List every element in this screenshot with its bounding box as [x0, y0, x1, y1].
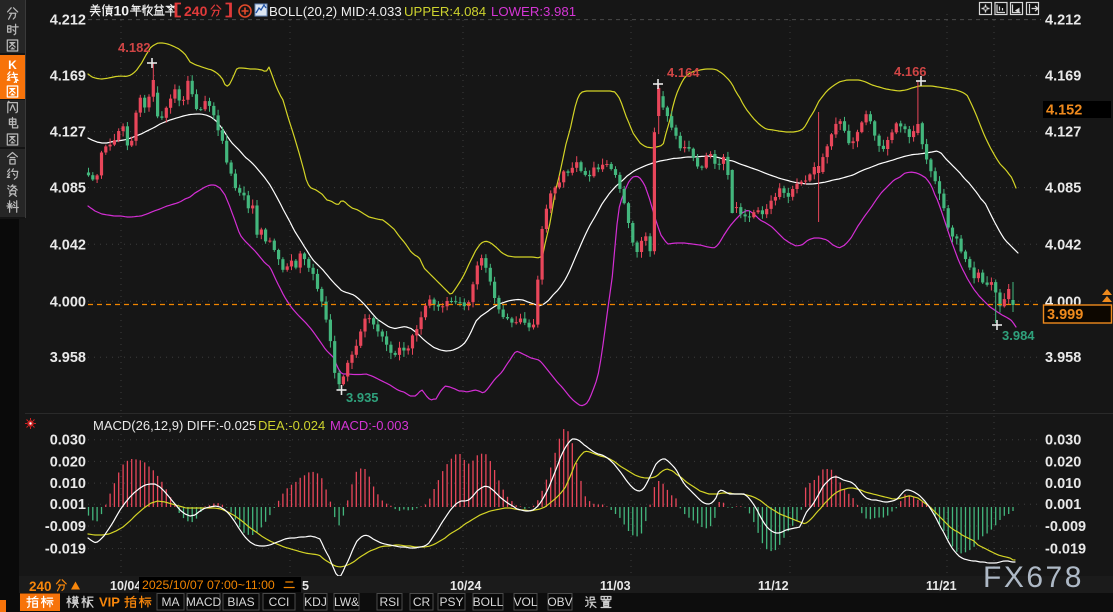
svg-text:0.010: 0.010: [50, 476, 86, 492]
svg-text:3.984: 3.984: [1002, 328, 1035, 343]
svg-text:11/21: 11/21: [926, 579, 957, 593]
svg-text:4.182: 4.182: [118, 40, 151, 55]
svg-text:PSY: PSY: [439, 595, 463, 609]
svg-text:240: 240: [29, 579, 52, 594]
svg-text:DEA:-0.024: DEA:-0.024: [258, 418, 325, 433]
svg-text:5: 5: [302, 579, 309, 593]
svg-text:0.030: 0.030: [50, 433, 86, 449]
svg-text:4.164: 4.164: [667, 65, 700, 80]
svg-text:VOL: VOL: [513, 595, 537, 609]
svg-text:MA: MA: [162, 595, 180, 609]
svg-text:11/12: 11/12: [758, 579, 789, 593]
svg-text:4.152: 4.152: [1046, 103, 1082, 119]
svg-text:BOLL: BOLL: [473, 595, 504, 609]
svg-text:-0.009: -0.009: [1045, 519, 1086, 535]
svg-text:4.212: 4.212: [1045, 13, 1081, 29]
svg-text:4.127: 4.127: [1045, 125, 1081, 141]
svg-text:FX678: FX678: [983, 561, 1084, 594]
svg-text:LOWER:3.981: LOWER:3.981: [491, 4, 576, 19]
svg-text:3.935: 3.935: [346, 390, 379, 405]
svg-text:0.030: 0.030: [1045, 433, 1081, 449]
svg-text:K: K: [8, 58, 17, 72]
svg-text:-0.019: -0.019: [1045, 542, 1086, 558]
svg-text:3.958: 3.958: [1045, 350, 1081, 366]
svg-text:-0.019: -0.019: [45, 542, 86, 558]
svg-text:240: 240: [184, 3, 208, 19]
svg-text:4.085: 4.085: [50, 181, 86, 197]
svg-text:UPPER:4.084: UPPER:4.084: [404, 4, 486, 19]
svg-text:MACD:-0.003: MACD:-0.003: [330, 418, 409, 433]
svg-text:KDJ: KDJ: [304, 595, 327, 609]
svg-text:RSI: RSI: [379, 595, 399, 609]
svg-text:0.001: 0.001: [1045, 497, 1081, 513]
svg-text:0.001: 0.001: [50, 497, 86, 513]
svg-text:4.166: 4.166: [894, 64, 927, 79]
svg-text:2025/10/07 07:00~11:00: 2025/10/07 07:00~11:00: [142, 578, 275, 592]
svg-text:4.085: 4.085: [1045, 181, 1081, 197]
svg-text:-0.009: -0.009: [45, 519, 86, 535]
svg-text:0.010: 0.010: [1045, 476, 1081, 492]
svg-text:BIAS: BIAS: [227, 595, 254, 609]
svg-text:BOLL(20,2) MID:4.033: BOLL(20,2) MID:4.033: [269, 4, 402, 19]
svg-text:4.169: 4.169: [50, 69, 86, 85]
svg-text:4.127: 4.127: [50, 125, 86, 141]
svg-text:0.020: 0.020: [50, 454, 86, 470]
svg-text:3.999: 3.999: [1047, 307, 1083, 323]
svg-text:LW&: LW&: [334, 595, 359, 609]
svg-text:4.042: 4.042: [50, 237, 86, 253]
svg-text:10/24: 10/24: [450, 579, 481, 593]
svg-text:4.212: 4.212: [50, 13, 86, 29]
svg-text:MACD(26,12,9) DIFF:-0.025: MACD(26,12,9) DIFF:-0.025: [93, 418, 256, 433]
svg-text:0.020: 0.020: [1045, 454, 1081, 470]
svg-text:11/03: 11/03: [600, 579, 631, 593]
svg-text:3.958: 3.958: [50, 350, 86, 366]
svg-text:4.042: 4.042: [1045, 237, 1081, 253]
svg-text:4.000: 4.000: [50, 294, 86, 310]
svg-text:10: 10: [114, 3, 130, 19]
svg-text:CCI: CCI: [269, 595, 290, 609]
svg-text:OBV: OBV: [547, 595, 572, 609]
svg-text:10/04: 10/04: [110, 579, 141, 593]
svg-text:4.169: 4.169: [1045, 69, 1081, 85]
svg-text:VIP: VIP: [99, 595, 120, 610]
svg-text:CR: CR: [413, 595, 431, 609]
svg-text:MACD: MACD: [186, 595, 222, 609]
